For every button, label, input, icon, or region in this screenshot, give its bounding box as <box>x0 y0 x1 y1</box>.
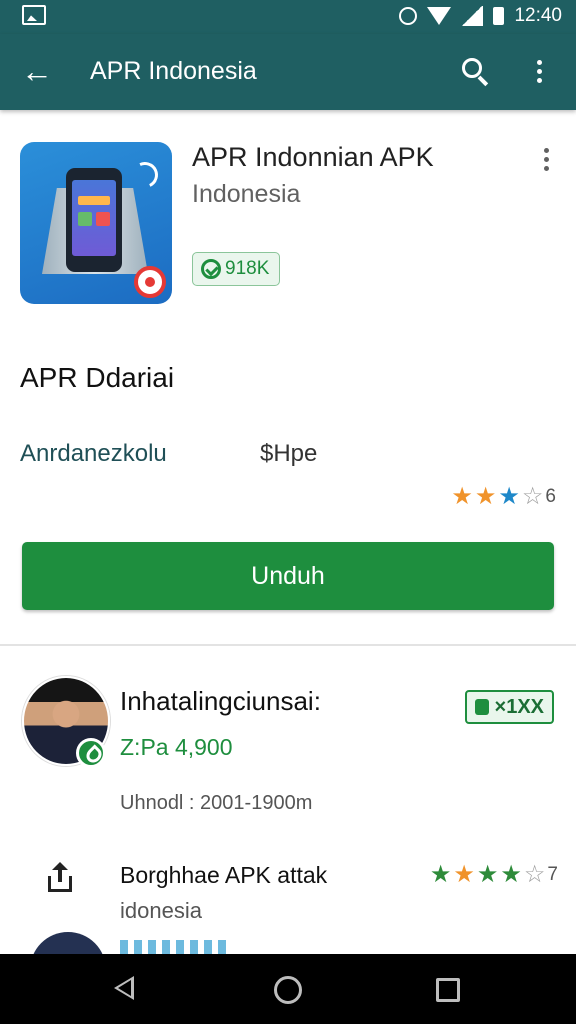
bird-logo-icon <box>128 158 162 192</box>
overflow-menu-icon[interactable] <box>522 54 556 88</box>
card-more-options-icon[interactable] <box>536 144 556 174</box>
featured-item-name[interactable]: Inhatalingciunsai: <box>120 686 321 717</box>
download-check-icon <box>201 259 221 279</box>
section-title: APR Ddariai <box>20 362 175 393</box>
app-icon[interactable] <box>20 142 172 304</box>
back-arrow-icon[interactable]: ← <box>20 54 54 88</box>
list-item-title[interactable]: Borghhae APK attak <box>120 862 327 889</box>
star-filled-icon: ★ <box>500 861 522 888</box>
app-price: $Hpe <box>260 440 318 467</box>
nav-home-icon[interactable] <box>274 976 302 1004</box>
rating-value: 6 <box>545 486 556 507</box>
star-filled-icon: ★ <box>429 861 452 888</box>
app-developer[interactable]: Indonesia <box>192 180 300 209</box>
image-notification-icon <box>22 5 46 25</box>
featured-badge-label: ×1XX <box>494 695 544 718</box>
star-empty-icon: ☆ <box>523 861 546 888</box>
nav-back-icon[interactable] <box>114 976 134 1000</box>
share-icon[interactable] <box>46 862 74 892</box>
app-rating: ★ ★ ★ ☆ 6 <box>449 484 556 510</box>
wifi-icon <box>427 7 452 25</box>
app-bar: ← APR Indonesia <box>0 34 576 110</box>
next-item-title[interactable] <box>120 940 232 954</box>
app-name: APR Indonnian APK <box>192 142 434 172</box>
verified-badge-icon <box>76 738 106 768</box>
status-icons: 12:40 <box>399 3 562 29</box>
badge-icon <box>474 699 489 715</box>
star-filled-icon: ★ <box>498 483 520 510</box>
section-divider <box>0 644 576 646</box>
navigation-bar <box>0 954 576 1024</box>
battery-icon <box>493 7 505 25</box>
star-filled-icon: ★ <box>453 861 475 888</box>
status-bar: 12:40 <box>0 0 576 34</box>
star-filled-icon: ★ <box>476 861 499 888</box>
app-bar-title: APR Indonesia <box>90 57 257 85</box>
search-icon[interactable] <box>458 54 492 88</box>
nav-recents-icon[interactable] <box>436 978 460 1002</box>
alarm-icon <box>399 7 418 25</box>
featured-badge[interactable]: ×1XX <box>464 690 554 724</box>
app-details-card: APR Indonnian APK Indonesia 918K APR Dda… <box>0 118 576 644</box>
featured-item-price: Z:Pa 4,900 <box>120 734 233 760</box>
install-button[interactable]: Unduh <box>22 542 554 610</box>
signal-icon <box>461 6 484 26</box>
star-filled-icon: ★ <box>451 483 473 510</box>
app-badge-icon <box>134 266 166 298</box>
list-item-rating: ★ ★ ★ ★ ☆ 7 <box>428 862 558 888</box>
app-category: Anrdanezkolu <box>20 440 167 467</box>
download-count-chip: 918K <box>192 252 281 286</box>
list-item-subtitle: idonesia <box>120 898 202 923</box>
status-time: 12:40 <box>514 5 562 26</box>
star-filled-icon: ★ <box>474 483 497 510</box>
star-empty-icon: ☆ <box>521 483 544 510</box>
featured-item-date: Uhnodl : 2001-1900m <box>120 792 313 814</box>
download-count: 918K <box>225 258 270 279</box>
rating-value: 7 <box>547 864 558 885</box>
